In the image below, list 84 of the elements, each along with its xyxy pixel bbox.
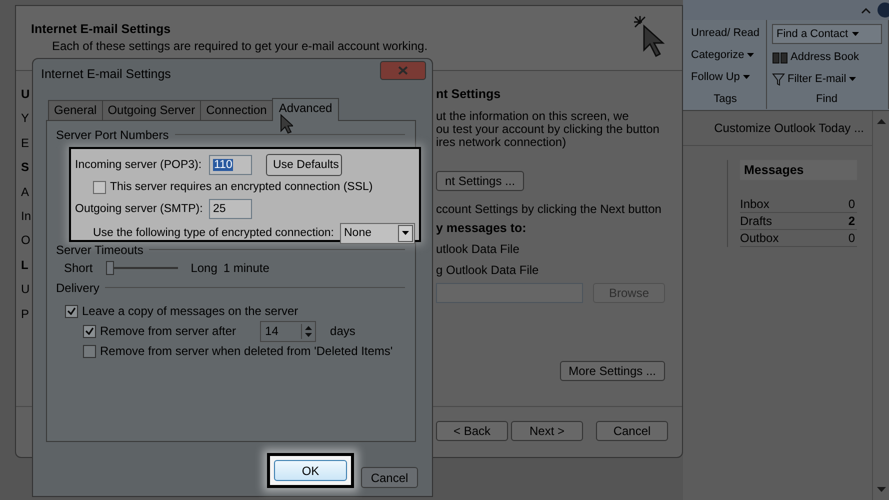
field-label: Incoming server (POP3): — [75, 159, 203, 171]
field-label: U — [21, 282, 30, 298]
port-field[interactable]: 110 — [209, 155, 252, 175]
folder-name[interactable]: Drafts — [740, 214, 772, 228]
unit-label: days — [330, 324, 356, 338]
group-title: Server Port Numbers — [56, 128, 169, 142]
tab[interactable]: Advanced — [272, 98, 340, 121]
slider-label: Short — [64, 261, 93, 275]
dialog-title: Internet E-mail Settings — [41, 67, 171, 81]
slider-thumb[interactable] — [106, 261, 114, 275]
test-settings-button[interactable]: nt Settings ... — [436, 171, 524, 191]
checkbox[interactable] — [83, 324, 96, 338]
field-label: A — [21, 184, 30, 201]
checkbox[interactable] — [65, 304, 78, 318]
section-heading: y messages to: — [436, 221, 528, 235]
encryption-dropdown[interactable]: None — [340, 222, 415, 244]
section-heading: U — [21, 87, 30, 103]
folder-name[interactable]: Outbox — [740, 231, 779, 245]
field-label: Y — [21, 111, 30, 128]
chevron-up-icon — [861, 6, 871, 14]
wizard-button[interactable]: Cancel — [596, 421, 668, 441]
checkmark-icon — [85, 327, 94, 335]
section-heading: S — [21, 160, 30, 176]
ribbon-button[interactable]: Unread/ Read — [691, 24, 760, 42]
port-field[interactable]: 25 — [209, 199, 252, 219]
caret-icon — [402, 231, 409, 235]
checkbox-label: Leave a copy of messages on the server — [82, 304, 298, 318]
group-label: Tags — [712, 93, 738, 107]
description-text: ut the information on this screen, we ou test your account by clicking the button ires network connection) — [436, 110, 660, 149]
tab[interactable]: General — [48, 100, 103, 120]
wizard-button[interactable]: < Back — [436, 421, 508, 441]
tab[interactable]: Outgoing Server — [102, 100, 202, 120]
instruction-text: ccount Settings by clicking the Next button — [436, 202, 662, 216]
days-spinner[interactable]: 14 — [260, 320, 316, 342]
field-label: O — [21, 233, 30, 250]
use-defaults-button[interactable]: Use Defaults — [266, 154, 342, 176]
more-settings-button[interactable]: More Settings ... — [560, 361, 665, 381]
option-label[interactable]: g Outlook Data File — [436, 263, 665, 277]
timeout-value: 1 minute — [223, 261, 270, 275]
group-title: Delivery — [56, 280, 100, 294]
tab[interactable]: Connection — [200, 100, 273, 120]
file-path-field[interactable] — [436, 283, 583, 303]
section-heading: nt Settings — [436, 87, 502, 101]
checkbox-label: Remove from server after — [100, 324, 236, 338]
field-label: P — [21, 306, 30, 323]
book-icon — [772, 50, 788, 64]
panel-title: Messages — [740, 160, 857, 180]
field-label: Use the following type of encrypted connection: — [93, 227, 334, 239]
checkbox-label: Remove from server when deleted from 'Deleted Items' — [100, 344, 393, 358]
spin-down-icon — [305, 332, 312, 336]
scroll-down-icon — [876, 487, 886, 492]
ribbon-button[interactable]: Follow Up — [691, 68, 760, 86]
ribbon-button[interactable]: Filter E-mail — [772, 70, 882, 88]
customize-link[interactable]: Customize Outlook Today ... — [714, 121, 864, 135]
ribbon-button[interactable]: Address Book — [772, 48, 882, 66]
checkmark-icon — [67, 307, 76, 315]
funnel-icon — [772, 72, 784, 86]
scroll-up-icon — [876, 119, 886, 124]
dialog-button[interactable]: OK — [274, 460, 347, 481]
group-title: Server Timeouts — [56, 242, 144, 256]
message-count: 0 — [848, 197, 855, 211]
option-label[interactable]: utlook Data File — [436, 242, 665, 256]
close-button[interactable] — [380, 61, 426, 80]
wizard-button[interactable]: Next > — [511, 421, 583, 441]
folder-name[interactable]: Inbox — [740, 197, 770, 211]
section-heading: L — [21, 258, 28, 274]
message-count: 0 — [848, 231, 855, 245]
scrollbar[interactable] — [872, 111, 889, 500]
group-label: Find — [815, 93, 838, 107]
close-icon — [398, 66, 408, 75]
field-label: Outgoing server (SMTP): — [75, 203, 204, 215]
message-count: 2 — [848, 214, 855, 228]
spin-up-icon — [305, 326, 312, 330]
field-label: In — [21, 208, 32, 225]
checkbox[interactable] — [93, 180, 106, 194]
checkbox-label: This server requires an encrypted connection (SSL) — [110, 181, 373, 193]
wizard-subtitle: Each of these settings are required to get your e-mail account working. — [51, 39, 428, 53]
ribbon-button[interactable]: Categorize — [691, 46, 760, 64]
checkbox[interactable] — [83, 344, 96, 358]
field-label: E — [21, 136, 30, 152]
search-field[interactable]: Find a Contact — [772, 24, 882, 44]
dialog-button[interactable]: Cancel — [361, 467, 418, 488]
slider-label: Long — [190, 261, 218, 275]
wizard-title: Internet E-mail Settings — [31, 22, 172, 36]
